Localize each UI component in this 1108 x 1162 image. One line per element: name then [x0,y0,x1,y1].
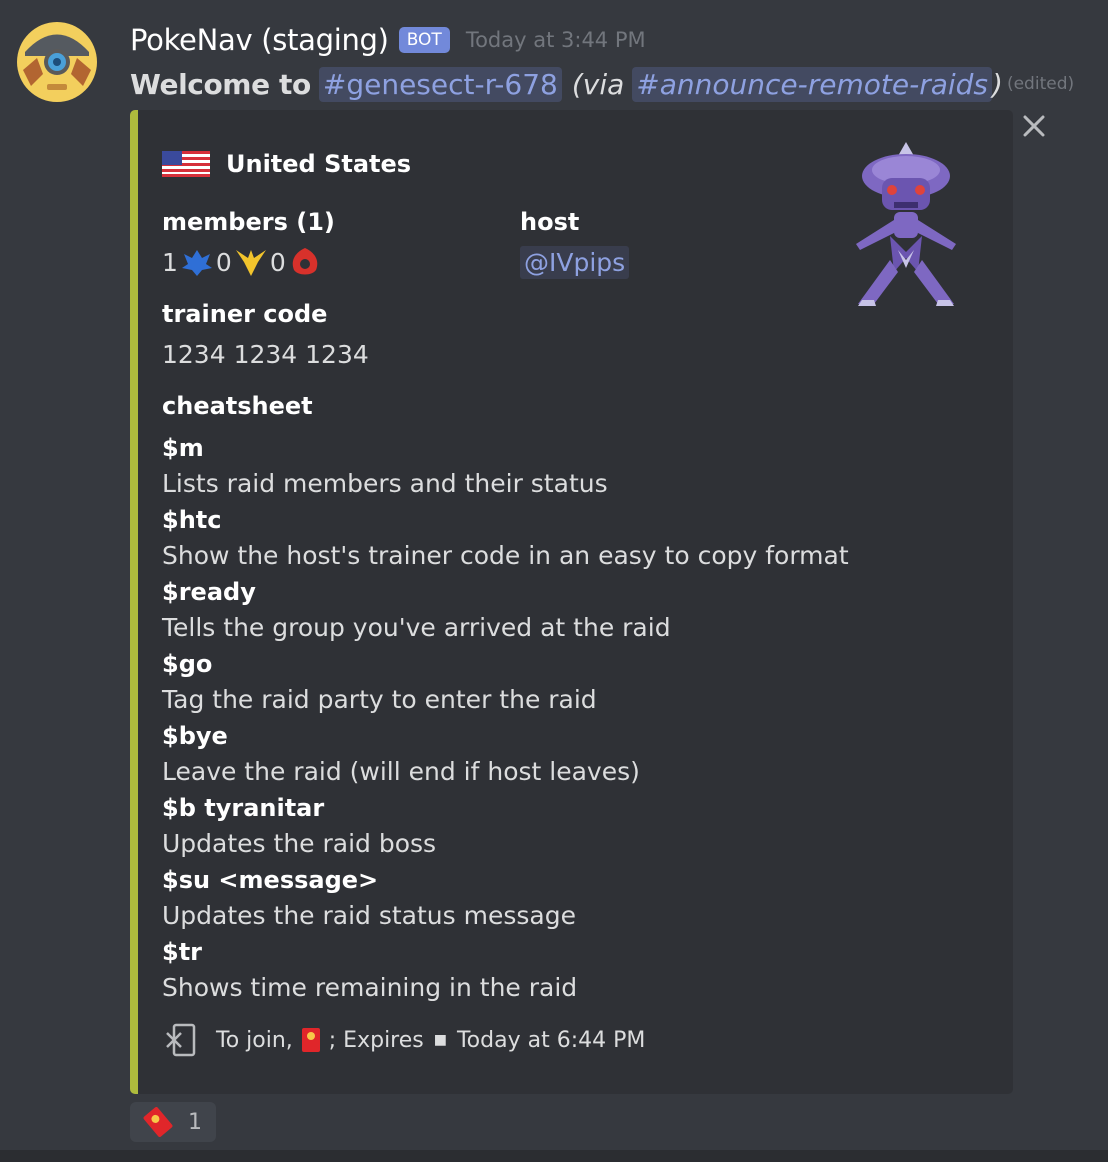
instinct-count: 0 [269,247,286,277]
command-name: $htc [162,506,222,534]
reaction-button[interactable]: 1 [130,1102,216,1142]
embed-author: United States [162,150,411,178]
command-name: $m [162,434,204,462]
red-envelope-icon [143,1107,173,1137]
command-desc: Lists raid members and their status [162,469,608,498]
via-close: ) [992,67,1003,101]
command-desc: Updates the raid boss [162,829,437,858]
footer-expires-time: Today at 6:44 PM [456,1027,646,1053]
command-desc: Updates the raid status message [162,901,576,930]
mystic-icon [181,250,212,276]
command-name: $go [162,650,213,678]
us-flag-icon [162,151,210,177]
edited-label: (edited) [1006,74,1075,94]
message-header: PokeNav (staging) BOT Today at 3:44 PM [130,22,646,58]
channel-mention[interactable]: #genesect-r-678 [318,66,562,102]
command-name: $ready [162,578,256,606]
valor-count: 0 [215,247,232,277]
welcome-text: Welcome to [130,67,311,101]
message-timestamp: Today at 3:44 PM [465,28,646,52]
trainer-code-value: 1234 1234 1234 [162,340,369,369]
command-desc: Shows time remaining in the raid [162,973,578,1002]
cheatsheet-list: $m Lists raid members and their status $… [162,430,849,1006]
via-open: (via [571,67,625,101]
command-desc: Tag the raid party to enter the raid [162,685,597,714]
country-name: United States [226,150,412,178]
host-label: host [520,208,580,236]
message-content: Welcome to #genesect-r-678 (via #announc… [130,62,1074,106]
via-channel-mention[interactable]: #announce-remote-raids [632,66,993,102]
command-name: $tr [162,938,203,966]
cheatsheet-label: cheatsheet [162,392,313,420]
bottom-divider [0,1150,1108,1162]
host-mention[interactable]: @IVpips [520,246,630,279]
exit-door-icon [166,1023,196,1057]
close-icon[interactable] [1020,112,1048,140]
mystic-count: 1 [162,247,178,277]
command-name: $b tyranitar [162,794,325,822]
footer-join-text: To join, [216,1027,293,1053]
footer-expires-text: ; Expires [328,1027,424,1053]
command-desc: Leave the raid (will end if host leaves) [162,757,640,786]
bot-tag: BOT [398,27,450,53]
trainer-code-label: trainer code [162,300,328,328]
command-desc: Show the host's trainer code in an easy … [162,541,849,570]
instinct-icon [235,250,266,276]
raid-embed: United States members (1) 1 0 0 host @IV… [130,110,1013,1094]
members-label: members (1) [162,208,335,236]
bot-avatar[interactable] [17,22,97,102]
username[interactable]: PokeNav (staging) [130,23,389,57]
command-desc: Tells the group you've arrived at the ra… [162,613,671,642]
command-name: $su <message> [162,866,379,894]
raid-boss-thumbnail [844,140,968,306]
red-envelope-icon [301,1028,320,1052]
valor-icon [292,248,317,275]
footer-separator: ■ [433,1032,447,1048]
reaction-count: 1 [188,1109,202,1135]
team-counts: 1 0 0 [162,246,324,278]
embed-footer: To join, ; Expires ■ Today at 6:44 PM [164,1022,645,1058]
command-name: $bye [162,722,228,750]
